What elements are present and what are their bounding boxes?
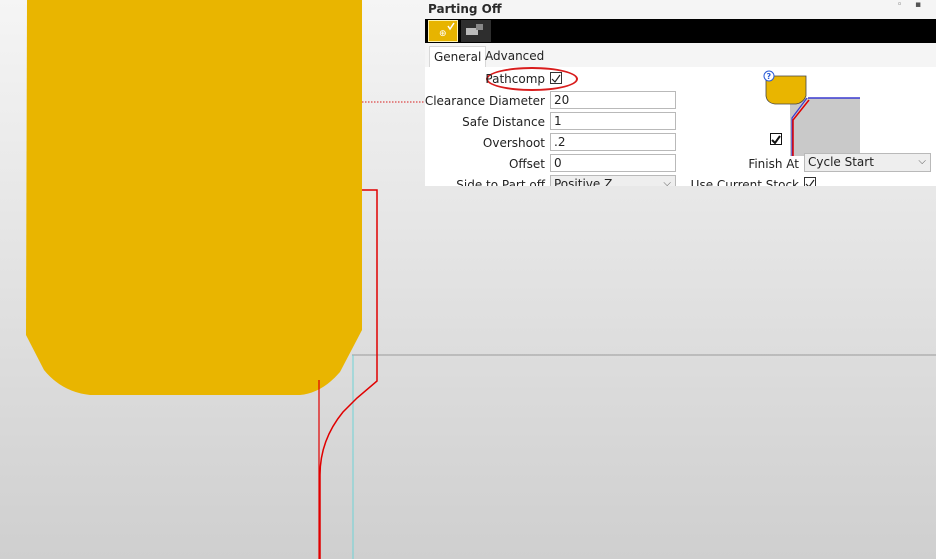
operation-toolbar: ⊕ <box>425 19 936 43</box>
tool-insert[interactable] <box>26 0 362 395</box>
pin-icon[interactable]: ◦ <box>897 0 902 10</box>
finish-at-label: Finish At <box>748 157 799 171</box>
preview-checkbox[interactable] <box>770 133 782 145</box>
use-current-stock-label: Use Current Stock <box>690 178 799 186</box>
offset-input[interactable]: 0 <box>550 154 676 172</box>
side-to-part-off-value: Positive Z <box>554 177 613 186</box>
finish-at-value: Cycle Start <box>808 155 874 169</box>
tab-bar: General Advanced <box>425 46 936 68</box>
svg-text:⊕: ⊕ <box>439 29 447 39</box>
chevron-down-icon: ⌵ <box>918 156 926 167</box>
pathcomp-label: Pathcomp <box>485 72 545 86</box>
tab-general[interactable]: General <box>429 46 487 68</box>
turning-op-button[interactable]: ⊕ <box>428 20 458 42</box>
stock-view-button[interactable] <box>461 20 491 42</box>
clearance-diameter-input[interactable]: 20 <box>550 91 676 109</box>
stock-icon <box>466 24 483 35</box>
general-tab-content: Pathcomp Clearance Diameter 20 Safe Dist… <box>425 67 936 186</box>
safe-distance-label: Safe Distance <box>462 115 545 129</box>
overshoot-input[interactable]: .2 <box>550 133 676 151</box>
tool-check-icon: ⊕ <box>439 22 455 39</box>
menu-icon[interactable]: ▪ <box>915 0 921 10</box>
finish-at-select[interactable]: Cycle Start ⌵ <box>804 153 931 172</box>
overshoot-label: Overshoot <box>482 136 545 150</box>
offset-label: Offset <box>508 157 545 171</box>
tab-advanced[interactable]: Advanced <box>481 46 548 66</box>
svg-text:?: ? <box>767 72 772 81</box>
pathcomp-checkbox[interactable] <box>550 72 562 84</box>
panel-title: Parting Off <box>428 2 502 16</box>
chevron-down-icon: ⌵ <box>663 178 671 186</box>
safe-distance-input[interactable]: 1 <box>550 112 676 130</box>
use-current-stock-checkbox[interactable] <box>804 177 816 186</box>
side-to-part-off-select[interactable]: Positive Z ⌵ <box>550 175 676 186</box>
clearance-diameter-label: Clearance Diameter <box>425 94 545 108</box>
parting-off-panel: Parting Off ◦ ▪ ⊕ General Advanced Pathc… <box>425 0 936 186</box>
side-to-part-off-label: Side to Part off <box>456 178 545 186</box>
